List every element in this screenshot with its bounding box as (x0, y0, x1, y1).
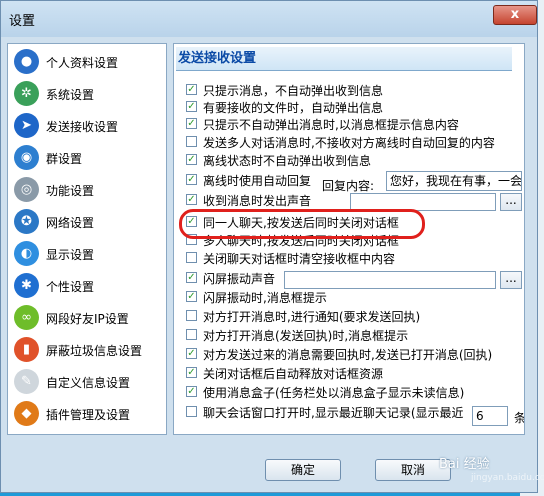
option-label: 收到消息时发出声音 (203, 194, 312, 208)
option-checkbox[interactable]: ✓ (186, 154, 197, 165)
watermark-url: jingyan.baidu.com (471, 473, 544, 483)
option-checkbox[interactable] (186, 136, 197, 147)
option-checkbox[interactable] (186, 329, 197, 340)
option-checkbox[interactable]: ✓ (186, 84, 197, 95)
sidebar-item[interactable]: ➤ 发送接收设置 (8, 110, 166, 142)
section-title: 发送接收设置 (176, 47, 512, 71)
sidebar-item-label: 网络设置 (46, 216, 95, 230)
sidebar-item-label: 插件管理及设置 (46, 408, 131, 422)
function-icon: ◎ (14, 177, 39, 202)
personality-icon: ✱ (14, 273, 39, 298)
close-button[interactable]: x (493, 5, 537, 25)
sidebar-item-label: 个人资料设置 (46, 56, 119, 70)
sidebar-item[interactable]: ◐ 显示设置 (8, 238, 166, 270)
option-checkbox[interactable]: ✓ (186, 272, 197, 283)
sidebar-item[interactable]: ✱ 个性设置 (8, 270, 166, 302)
sidebar-item[interactable]: ✪ 网络设置 (8, 206, 166, 238)
sidebar-item[interactable]: ◉ 群设置 (8, 142, 166, 174)
option-checkbox[interactable]: ✓ (186, 348, 197, 359)
system-icon: ✲ (14, 81, 39, 106)
ip-icon: ∞ (14, 305, 39, 330)
network-icon: ✪ (14, 209, 39, 234)
option-checkbox[interactable]: ✓ (186, 386, 197, 397)
sidebar-item-label: 发送接收设置 (46, 120, 119, 134)
option-label: 对方发送过来的消息需要回执时,发送已打开消息(回执) (203, 348, 493, 362)
block-spam-icon: ▮ (14, 337, 39, 362)
option-checkbox[interactable] (186, 252, 197, 263)
option-checkbox[interactable]: ✓ (186, 118, 197, 129)
settings-sidebar: ● 个人资料设置 ✲ 系统设置 ➤ 发送接收设置 ◉ 群设置 ◎ 功能设置 ✪ 网络设置 ◐ 显示设置 ✱ 个… (7, 43, 167, 435)
sidebar-item[interactable]: ✎ 自定义信息设置 (8, 366, 166, 398)
option-label: 对方打开消息时,进行通知(要求发送回执) (203, 310, 421, 324)
plugin-icon: ◆ (14, 401, 39, 426)
settings-window: 设置 x ● 个人资料设置 ✲ 系统设置 ➤ 发送接收设置 ◉ 群设置 ◎ 功能设置 ✪ 网络设置 ◐ 显… (0, 0, 544, 493)
sidebar-item-label: 系统设置 (46, 88, 95, 102)
sidebar-item[interactable]: ◎ 功能设置 (8, 174, 166, 206)
history-count-input[interactable]: 6 (472, 406, 508, 426)
option-label: 只提示消息，不自动弹出收到信息 (203, 84, 384, 98)
option-checkbox[interactable]: ✓ (186, 194, 197, 205)
sidebar-item-label: 显示设置 (46, 248, 95, 262)
option-label: 离线状态时不自动弹出收到信息 (203, 154, 372, 168)
sidebar-item[interactable]: ● 个人资料设置 (8, 46, 166, 78)
sidebar-item[interactable]: ∞ 网段好友IP设置 (8, 302, 166, 334)
window-title: 设置 (9, 14, 36, 29)
profile-icon: ● (14, 49, 39, 74)
option-checkbox[interactable]: ✓ (186, 291, 197, 302)
sidebar-item-label: 群设置 (46, 152, 83, 166)
flash-sound-browse-button[interactable]: ... (500, 271, 522, 289)
sidebar-item-label: 网段好友IP设置 (46, 312, 129, 326)
sidebar-item[interactable]: ◆ 插件管理及设置 (8, 398, 166, 430)
auto-reply-input[interactable]: 您好，我现在有事，一会 (386, 171, 522, 191)
option-label: 使用消息盒子(任务栏处以消息盒子显示未读信息) (203, 386, 465, 400)
ok-button[interactable]: 确定 (265, 459, 341, 481)
option-checkbox[interactable]: ✓ (186, 367, 197, 378)
option-label: 闪屏振动声音 (203, 272, 276, 286)
option-label: 闪屏振动时,消息框提示 (203, 291, 327, 305)
auto-reply-label: 回复内容: (322, 179, 375, 193)
sidebar-item-label: 自定义信息设置 (46, 376, 131, 390)
sound-browse-button[interactable]: ... (500, 193, 522, 211)
watermark: Bai 经验 (439, 457, 490, 472)
group-icon: ◉ (14, 145, 39, 170)
option-label: 只提示不自动弹出消息时,以消息框提示信息内容 (203, 118, 459, 132)
option-checkbox[interactable] (186, 406, 197, 417)
history-count-suffix: 条) (514, 411, 525, 425)
option-checkbox[interactable]: ✓ (186, 174, 197, 185)
option-checkbox[interactable]: ✓ (186, 101, 197, 112)
send-receive-icon: ➤ (14, 113, 39, 138)
option-label: 离线时使用自动回复 (203, 174, 312, 188)
highlight-annotation (179, 209, 425, 239)
option-label: 关闭对话框后自动释放对话框资源 (203, 367, 384, 381)
title-bar: 设置 x (1, 1, 537, 37)
option-label: 发送多人对话消息时,不接收对方离线时自动回复的内容 (203, 136, 495, 150)
option-label: 对方打开消息(发送回执)时,消息框提示 (203, 329, 409, 343)
sidebar-item[interactable]: ▮ 屏蔽垃圾信息设置 (8, 334, 166, 366)
sidebar-item-label: 个性设置 (46, 280, 95, 294)
sidebar-item-label: 屏蔽垃圾信息设置 (46, 344, 143, 358)
option-label: 有要接收的文件时，自动弹出信息 (203, 101, 384, 115)
custom-info-icon: ✎ (14, 369, 39, 394)
sidebar-item[interactable]: ✲ 系统设置 (8, 78, 166, 110)
sidebar-item-label: 功能设置 (46, 184, 95, 198)
flash-sound-file-input[interactable] (284, 271, 496, 289)
display-icon: ◐ (14, 241, 39, 266)
option-checkbox[interactable] (186, 310, 197, 321)
option-label: 聊天会话窗口打开时,显示最近聊天记录(显示最近 (203, 406, 464, 420)
settings-content: 发送接收设置 ✓ 只提示消息，不自动弹出收到信息 ✓ 有要接收的文件时，自动弹出信息 ✓… (173, 43, 525, 435)
option-label: 关闭聊天对话框时清空接收框中内容 (203, 252, 396, 266)
